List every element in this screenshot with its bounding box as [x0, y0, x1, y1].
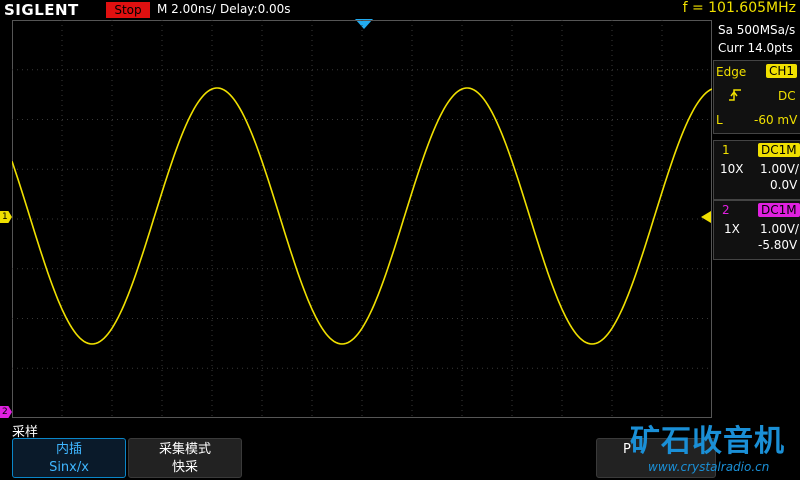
memory-depth: Curr 14.0pts: [718, 41, 793, 55]
softkey-label: 内插: [55, 442, 82, 457]
watermark-logo: 矿石收音机: [630, 424, 785, 459]
info-panel: Sa 500MSa/s Curr 14.0pts Edge CH1 DC L -…: [713, 20, 800, 440]
ch2-scale: 1.00V/: [760, 222, 799, 236]
ch1-number: 1: [722, 143, 730, 157]
trigger-level: -60 mV: [754, 113, 798, 127]
trigger-info-box[interactable]: Edge CH1 DC L -60 mV: [713, 60, 800, 134]
status-bar: SIGLENT Stop M 2.00ns/ Delay:0.00s f = 1…: [0, 0, 800, 20]
softkey-label: 采集模式: [158, 442, 211, 457]
ch2-offset-marker-icon[interactable]: 2: [0, 406, 12, 418]
ch1-offset: 0.0V: [770, 178, 798, 192]
ch2-number: 2: [722, 203, 730, 217]
frequency-counter: f = 101.605MHz: [682, 0, 796, 16]
ch2-probe: 1X: [724, 222, 740, 236]
ch1-scale: 1.00V/: [760, 162, 799, 176]
ch1-probe: 10X: [720, 162, 744, 176]
ch1-coupling: DC1M: [758, 143, 800, 157]
trigger-type: Edge: [716, 65, 747, 79]
delay-readout[interactable]: Delay:0.00s: [220, 2, 291, 16]
brand-logo: SIGLENT: [4, 1, 79, 19]
trigger-source: CH1: [766, 64, 798, 78]
run-stop-badge[interactable]: Stop: [106, 2, 150, 18]
softkey-value: Sinx/x: [49, 460, 89, 475]
ch1-info-box[interactable]: 1 DC1M 10X 1.00V/ 0.0V: [713, 140, 800, 200]
timebase-readout[interactable]: M 2.00ns/: [157, 2, 216, 16]
trigger-level-label: L: [716, 113, 723, 127]
ch2-info-box[interactable]: 2 DC1M 1X 1.00V/ -5.80V: [713, 200, 800, 260]
rising-edge-icon: [728, 88, 742, 105]
ch2-coupling: DC1M: [758, 203, 800, 217]
sample-rate: Sa 500MSa/s: [718, 23, 796, 37]
watermark-url: www.crystalradio.cn: [648, 460, 770, 474]
waveform-display[interactable]: [12, 20, 712, 418]
trigger-coupling: DC: [778, 89, 796, 103]
interpolation-softkey[interactable]: 内插 Sinx/x: [12, 438, 126, 478]
acquire-mode-softkey[interactable]: 采集模式 快采: [128, 438, 242, 478]
softkey-value: 快采: [171, 460, 198, 475]
graticule: [12, 20, 712, 418]
ch2-offset: -5.80V: [758, 238, 798, 252]
trigger-level-marker-icon[interactable]: [701, 211, 711, 223]
ch1-offset-marker-icon[interactable]: 1: [0, 211, 12, 223]
